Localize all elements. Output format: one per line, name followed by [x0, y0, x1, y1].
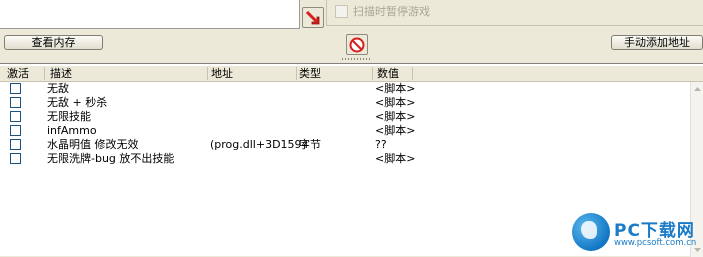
- scan-options-group: 扫描时暂停游戏: [326, 0, 703, 26]
- row-value: <脚本>: [375, 152, 416, 165]
- row-description: 水晶明值 修改无效: [47, 138, 139, 151]
- active-checkbox[interactable]: [10, 83, 21, 94]
- table-row[interactable]: 水晶明值 修改无效 (prog.dll+3D1594 字节 ??: [0, 138, 690, 152]
- row-description: 无限技能: [47, 110, 91, 123]
- table-rows: 无敌 <脚本> 无敌 + 秒杀 <脚本> 无限技能 <脚本> infAmmo <…: [0, 82, 690, 166]
- row-value: <脚本>: [375, 96, 416, 109]
- globe-logo-icon: [572, 213, 610, 251]
- row-value: <脚本>: [375, 82, 416, 95]
- column-address[interactable]: 地址: [211, 67, 233, 81]
- pause-game-label: 扫描时暂停游戏: [353, 5, 430, 18]
- table-row[interactable]: infAmmo <脚本>: [0, 124, 690, 138]
- pcsoft-watermark: PC下载网 www.pcsoft.com.cn: [572, 213, 700, 253]
- watermark-url: www.pcsoft.com.cn: [614, 238, 697, 248]
- view-memory-button[interactable]: 查看内存: [4, 35, 103, 50]
- add-selected-to-list-button[interactable]: [302, 7, 324, 28]
- column-active[interactable]: 激活: [7, 67, 29, 81]
- column-value[interactable]: 数值: [377, 67, 399, 81]
- row-address: (prog.dll+3D1594: [210, 138, 309, 151]
- panel-splitter[interactable]: [342, 58, 370, 61]
- row-value: <脚本>: [375, 110, 416, 123]
- table-row[interactable]: 无敌 + 秒杀 <脚本>: [0, 96, 690, 110]
- table-header: 激活 描述 地址 类型 数值: [0, 66, 703, 82]
- row-description: 无限洗牌-bug 放不出技能: [47, 152, 175, 165]
- active-checkbox[interactable]: [10, 139, 21, 150]
- pause-game-checkbox[interactable]: [335, 4, 348, 18]
- red-arrow-icon: [305, 10, 320, 24]
- row-type: 字节: [299, 138, 321, 151]
- table-row[interactable]: 无限洗牌-bug 放不出技能 <脚本>: [0, 152, 690, 166]
- top-panel: 扫描时暂停游戏 查看内存 手动添加地址: [0, 0, 703, 63]
- row-description: 无敌: [47, 82, 69, 95]
- active-checkbox[interactable]: [10, 153, 21, 164]
- column-description[interactable]: 描述: [50, 67, 72, 81]
- row-value: ??: [375, 138, 387, 151]
- table-row[interactable]: 无敌 <脚本>: [0, 82, 690, 96]
- clear-list-button[interactable]: [346, 34, 368, 55]
- active-checkbox[interactable]: [10, 97, 21, 108]
- add-address-manually-button[interactable]: 手动添加地址: [611, 35, 703, 50]
- found-address-list[interactable]: [0, 0, 300, 29]
- active-checkbox[interactable]: [10, 125, 21, 136]
- row-description: 无敌 + 秒杀: [47, 96, 108, 109]
- table-row[interactable]: 无限技能 <脚本>: [0, 110, 690, 124]
- scroll-up-icon[interactable]: [692, 83, 703, 95]
- no-entry-icon: [349, 37, 365, 52]
- row-description: infAmmo: [47, 124, 97, 137]
- active-checkbox[interactable]: [10, 111, 21, 122]
- pause-game-option[interactable]: 扫描时暂停游戏: [335, 3, 430, 19]
- column-type[interactable]: 类型: [299, 67, 321, 81]
- row-value: <脚本>: [375, 124, 416, 137]
